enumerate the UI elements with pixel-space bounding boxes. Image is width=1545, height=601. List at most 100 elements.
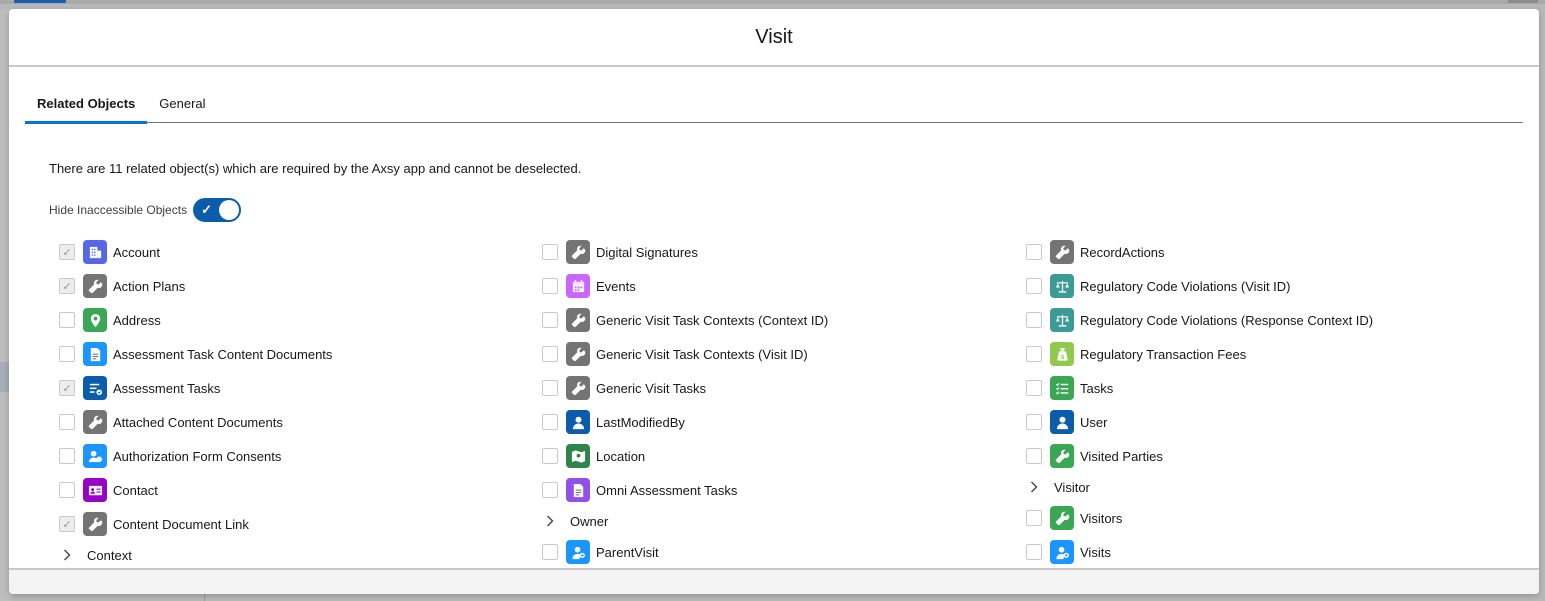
object-item-regulatory-transaction-fees: $ Regulatory Transaction Fees: [1016, 337, 1373, 371]
object-checkbox[interactable]: ✓: [59, 516, 75, 532]
object-checkbox[interactable]: [542, 278, 558, 294]
object-checkbox[interactable]: [1026, 510, 1042, 526]
object-item-authorization-form-consents: Authorization Form Consents: [49, 439, 332, 473]
check-icon: ✓: [201, 202, 212, 217]
background-topbar: [0, 0, 1545, 4]
object-checkbox[interactable]: [542, 448, 558, 464]
object-checkbox[interactable]: [542, 312, 558, 328]
tab-general[interactable]: General: [147, 89, 217, 123]
object-checkbox[interactable]: [542, 380, 558, 396]
wrench-icon: [1050, 506, 1074, 530]
object-item-content-document-link: ✓ Content Document Link: [49, 507, 332, 541]
object-checkbox[interactable]: [1026, 346, 1042, 362]
object-checkbox[interactable]: [1026, 278, 1042, 294]
object-checkbox[interactable]: [59, 482, 75, 498]
wrench-icon: [83, 410, 107, 434]
object-item-regulatory-code-violations-response-context-id: Regulatory Code Violations (Response Con…: [1016, 303, 1373, 337]
checklist-icon: [83, 376, 107, 400]
visit-modal: Visit Related Objects General There are …: [9, 9, 1539, 594]
object-item-recordactions: RecordActions: [1016, 235, 1373, 269]
object-checkbox[interactable]: [1026, 380, 1042, 396]
object-checkbox[interactable]: [1026, 312, 1042, 328]
object-item-assessment-tasks: ✓ Assessment Tasks: [49, 371, 332, 405]
object-item-generic-visit-task-contexts-context-id: Generic Visit Task Contexts (Context ID): [532, 303, 828, 337]
object-label: Content Document Link: [113, 516, 249, 532]
chevron-right-icon[interactable]: [1026, 481, 1042, 493]
object-item-omni-assessment-tasks: Omni Assessment Tasks: [532, 473, 828, 507]
object-label: Regulatory Transaction Fees: [1080, 346, 1247, 362]
object-checkbox[interactable]: [1026, 544, 1042, 560]
object-item-account: ✓ Account: [49, 235, 332, 269]
object-label: Visited Parties: [1080, 448, 1163, 464]
object-checkbox[interactable]: [1026, 244, 1042, 260]
required-objects-info: There are 11 related object(s) which are…: [49, 161, 582, 176]
contact-card-icon: [83, 478, 107, 502]
object-label: LastModifiedBy: [596, 414, 685, 430]
wrench-icon: [83, 274, 107, 298]
object-checkbox[interactable]: ✓: [59, 278, 75, 294]
object-checkbox[interactable]: [542, 244, 558, 260]
document-icon: [83, 342, 107, 366]
object-checkbox[interactable]: [542, 482, 558, 498]
object-checkbox[interactable]: [542, 346, 558, 362]
object-item-address: Address: [49, 303, 332, 337]
wrench-icon: [566, 342, 590, 366]
modal-footer: [9, 568, 1539, 594]
object-checkbox[interactable]: [59, 448, 75, 464]
object-item-lastmodifiedby: LastModifiedBy: [532, 405, 828, 439]
object-label: Digital Signatures: [596, 244, 698, 260]
expand-row-label: Context: [87, 547, 132, 563]
object-label: Tasks: [1080, 380, 1114, 396]
object-item-regulatory-code-violations-visit-id: Regulatory Code Violations (Visit ID): [1016, 269, 1373, 303]
tab-related-objects[interactable]: Related Objects: [25, 89, 148, 124]
background-tab: [1508, 0, 1538, 3]
object-label: Address: [113, 312, 161, 328]
object-label: Account: [113, 244, 160, 260]
objects-column-2: Digital Signatures Events Generic Visit Ta…: [532, 235, 828, 569]
visit-icon: [1050, 540, 1074, 564]
hide-inaccessible-toggle[interactable]: ✓: [193, 198, 242, 222]
wrench-icon: [566, 376, 590, 400]
document-icon: [566, 478, 590, 502]
scales-icon: [1050, 308, 1074, 332]
expand-row-owner[interactable]: Owner: [532, 507, 828, 535]
objects-column-3: RecordActions Regulatory Code Violations …: [1016, 235, 1373, 569]
wrench-icon: [566, 240, 590, 264]
object-label: Visits: [1080, 544, 1111, 560]
object-checkbox[interactable]: [542, 414, 558, 430]
object-checkbox[interactable]: [59, 312, 75, 328]
hide-inaccessible-row: Hide Inaccessible Objects ✓: [49, 198, 242, 222]
object-label: User: [1080, 414, 1108, 430]
modal-title: Visit: [755, 25, 793, 48]
object-label: Regulatory Code Violations (Response Con…: [1080, 312, 1374, 328]
object-item-events: Events: [532, 269, 828, 303]
object-checkbox[interactable]: [1026, 414, 1042, 430]
expand-row-context[interactable]: Context: [49, 541, 332, 569]
calendar-icon: [566, 274, 590, 298]
object-item-visitors: Visitors: [1016, 501, 1373, 535]
object-checkbox[interactable]: [542, 544, 558, 560]
object-item-digital-signatures: Digital Signatures: [532, 235, 828, 269]
expand-row-label: Visitor: [1054, 479, 1090, 495]
object-label: Regulatory Code Violations (Visit ID): [1080, 278, 1291, 294]
wrench-icon: [566, 308, 590, 332]
object-label: Contact: [113, 482, 158, 498]
chevron-right-icon[interactable]: [542, 515, 558, 527]
object-checkbox[interactable]: ✓: [59, 244, 75, 260]
object-item-generic-visit-tasks: Generic Visit Tasks: [532, 371, 828, 405]
object-item-user: User: [1016, 405, 1373, 439]
modal-header: Visit: [9, 9, 1539, 67]
toggle-knob: [219, 200, 240, 220]
chevron-right-icon[interactable]: [59, 549, 75, 561]
object-checkbox[interactable]: [1026, 448, 1042, 464]
object-checkbox[interactable]: [59, 414, 75, 430]
scales-icon: [1050, 274, 1074, 298]
object-label: Generic Visit Task Contexts (Visit ID): [596, 346, 808, 362]
expand-row-visitor[interactable]: Visitor: [1016, 473, 1373, 501]
user-icon: [1050, 410, 1074, 434]
object-label: Visitors: [1080, 510, 1123, 526]
object-label: Generic Visit Task Contexts (Context ID): [596, 312, 829, 328]
object-checkbox[interactable]: ✓: [59, 380, 75, 396]
object-checkbox[interactable]: [59, 346, 75, 362]
account-icon: [83, 240, 107, 264]
